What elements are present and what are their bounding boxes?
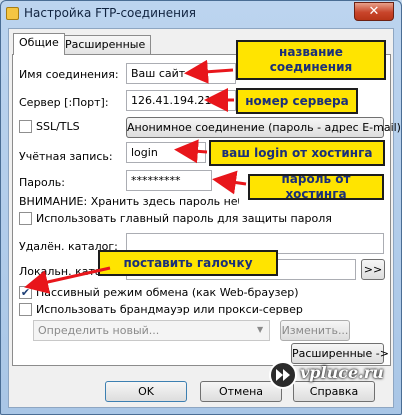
arrow-to-connection-name: [184, 59, 234, 84]
annotation-arrows: [24, 59, 247, 294]
arrow-to-password: [212, 170, 247, 195]
arrow-to-login: [174, 139, 208, 164]
tab-general[interactable]: Общие: [13, 33, 65, 55]
watermark-play-icon: [269, 361, 297, 389]
arrow-to-passive-checkbox: [24, 266, 111, 294]
watermark-text: vpluce.ru: [300, 363, 384, 382]
